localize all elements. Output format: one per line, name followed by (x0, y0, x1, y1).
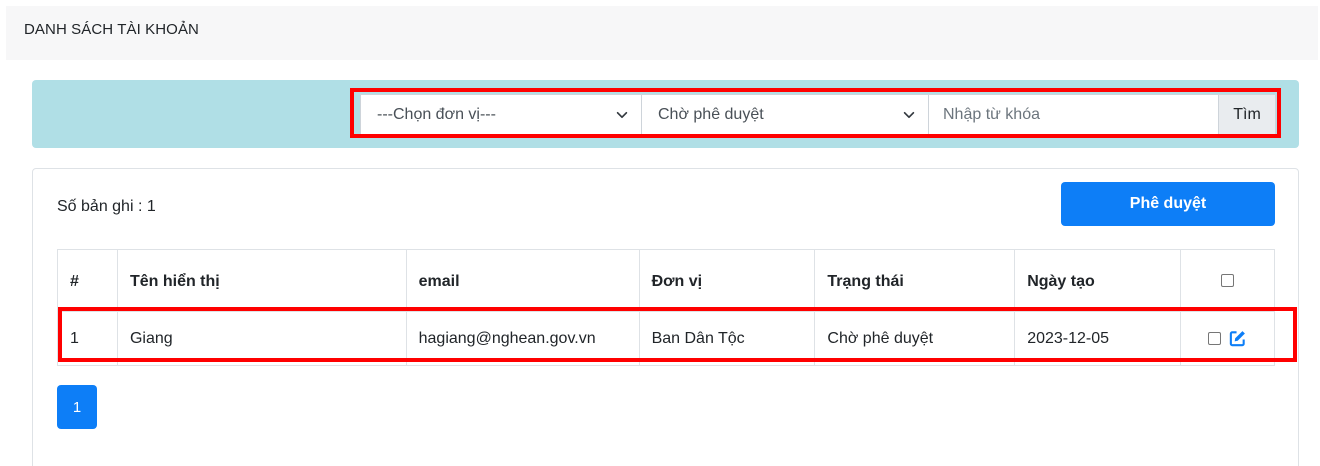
table-row: 1 Giang hagiang@nghean.gov.vn Ban Dân Tộ… (57, 311, 1275, 366)
account-table: # Tên hiển thị email Đơn vị Trạng thái N… (57, 249, 1275, 366)
search-button[interactable]: Tìm (1219, 94, 1276, 136)
cell-unit: Ban Dân Tộc (638, 311, 816, 366)
col-header-select (1180, 249, 1275, 312)
cell-created: 2023-12-05 (1014, 311, 1182, 366)
cell-status: Chờ phê duyệt (814, 311, 1016, 366)
col-header-status: Trạng thái (814, 249, 1016, 312)
col-header-email: email (405, 249, 640, 312)
chevron-down-icon (616, 111, 628, 119)
cell-actions (1180, 311, 1275, 366)
unit-select[interactable]: ---Chọn đơn vị--- (360, 94, 642, 136)
select-all-checkbox[interactable] (1221, 273, 1235, 287)
col-header-display-name: Tên hiển thị (116, 249, 407, 312)
edit-icon[interactable] (1228, 329, 1247, 348)
table-header-row: # Tên hiển thị email Đơn vị Trạng thái N… (57, 249, 1275, 312)
cell-index: 1 (57, 311, 118, 366)
col-header-unit: Đơn vị (638, 249, 816, 312)
page-header: DANH SÁCH TÀI KHOẢN (6, 6, 1318, 60)
pagination-page-1[interactable]: 1 (57, 385, 97, 429)
cell-email: hagiang@nghean.gov.vn (405, 311, 640, 366)
keyword-input[interactable] (929, 94, 1219, 136)
status-select[interactable]: Chờ phê duyệt (642, 94, 929, 136)
col-header-created: Ngày tạo (1014, 249, 1182, 312)
status-select-value: Chờ phê duyệt (658, 106, 764, 123)
approve-button[interactable]: Phê duyệt (1061, 182, 1275, 226)
col-header-index: # (57, 249, 118, 312)
record-count: Số bản ghi : 1 (57, 198, 156, 215)
page-title: DANH SÁCH TÀI KHOẢN (24, 21, 199, 38)
cell-display-name: Giang (116, 311, 407, 366)
unit-select-value: ---Chọn đơn vị--- (377, 106, 496, 123)
filter-group: ---Chọn đơn vị--- Chờ phê duyệt Tìm (360, 94, 1276, 136)
chevron-down-icon (903, 111, 915, 119)
row-select-checkbox[interactable] (1207, 332, 1221, 345)
